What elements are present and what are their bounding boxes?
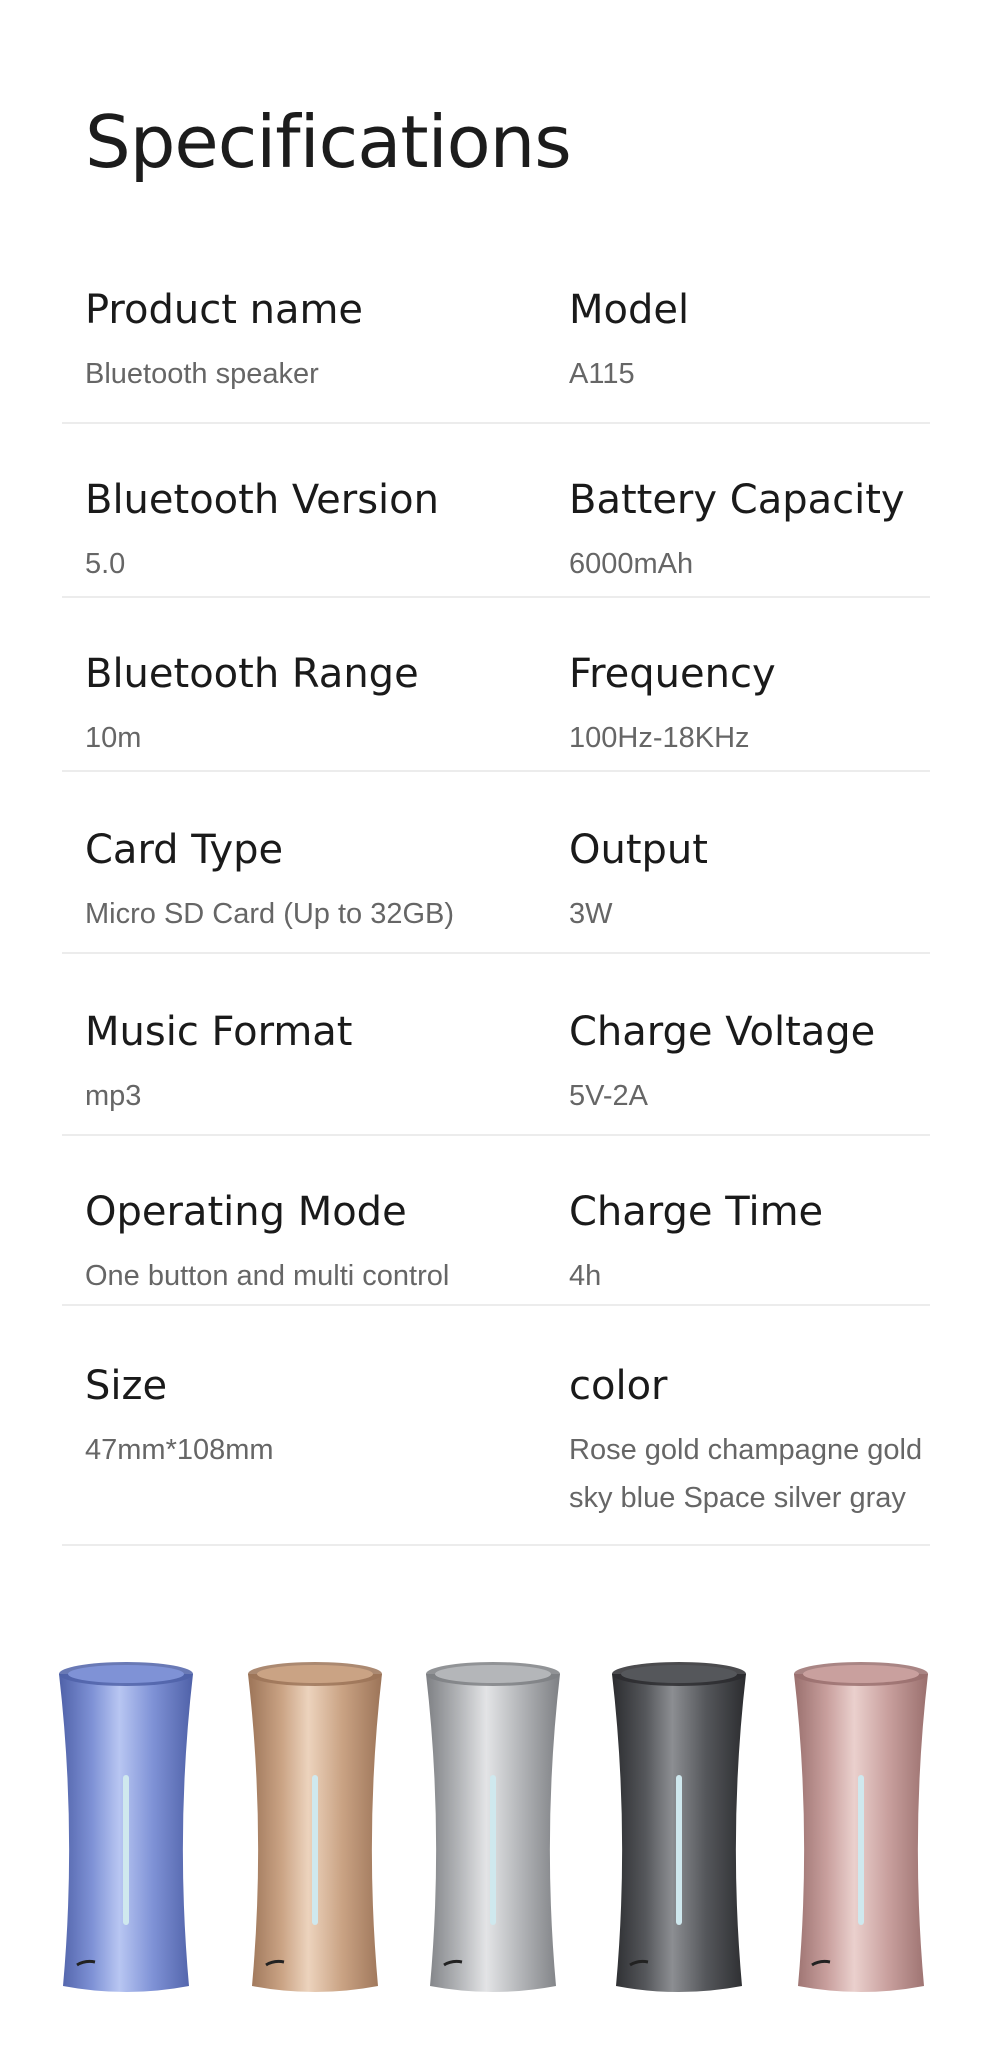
light-strip: [312, 1775, 318, 1925]
spec-label: Output: [569, 827, 708, 873]
spec-label: Music Format: [85, 1009, 353, 1055]
spec-value: 4h: [569, 1260, 602, 1292]
spec-label: Battery Capacity: [569, 477, 905, 523]
spec-item: Bluetooth Range 10m: [85, 654, 419, 762]
light-strip: [123, 1775, 129, 1925]
speaker-grille-inner: [803, 1665, 919, 1683]
spec-row: Bluetooth Version 5.0 Battery Capacity 6…: [62, 424, 930, 598]
spec-value: 3W: [569, 898, 613, 930]
spec-value: Rose gold champagne gold: [569, 1434, 923, 1466]
spec-label: Bluetooth Range: [85, 651, 419, 697]
spec-item: Battery Capacity 6000mAh: [569, 480, 905, 588]
spec-item: Charge Voltage 5V-2A: [569, 1012, 875, 1120]
light-strip: [676, 1775, 682, 1925]
rose-gold-speaker: [794, 1662, 928, 1992]
sky-blue-speaker: [59, 1662, 193, 1992]
spec-row: Size 47mm*108mm color Rose gold champagn…: [62, 1306, 930, 1546]
spec-item: Output 3W: [569, 830, 708, 938]
spec-value: mp3: [85, 1080, 142, 1112]
speaker-grille-inner: [68, 1665, 184, 1683]
spec-label: Card Type: [85, 827, 284, 873]
spec-label: color: [569, 1363, 668, 1409]
speaker-grille-inner: [257, 1665, 373, 1683]
spec-label: Model: [569, 287, 690, 333]
light-strip: [490, 1775, 496, 1925]
spec-item: Product name Bluetooth speaker: [85, 290, 363, 398]
spec-value: 5.0: [85, 548, 126, 580]
page-title: Specifications: [85, 100, 572, 184]
spec-label: Charge Time: [569, 1189, 824, 1235]
speaker-grille-inner: [621, 1665, 737, 1683]
spec-item: Music Format mp3: [85, 1012, 352, 1120]
spec-value: 47mm*108mm: [85, 1434, 274, 1466]
spec-item: Size 47mm*108mm: [85, 1366, 274, 1474]
spec-item: Model A115: [569, 290, 689, 398]
champagne-gold-speaker: [248, 1662, 382, 1992]
spec-value: 6000mAh: [569, 548, 694, 580]
spec-value: Bluetooth speaker: [85, 358, 319, 390]
spec-item: Charge Time 4h: [569, 1192, 823, 1300]
spec-item: Bluetooth Version 5.0: [85, 480, 439, 588]
spec-row: Music Format mp3 Charge Voltage 5V-2A: [62, 954, 930, 1136]
spec-label: Bluetooth Version: [85, 477, 439, 523]
spec-row: Operating Mode One button and multi cont…: [62, 1136, 930, 1306]
product-color-lineup: [0, 1660, 1000, 2020]
spec-row: Product name Bluetooth speaker Model A11…: [62, 290, 930, 424]
spec-item: color Rose gold champagne gold sky blue …: [569, 1366, 922, 1522]
spec-row: Bluetooth Range 10m Frequency 100Hz-18KH…: [62, 598, 930, 772]
spec-value: sky blue Space silver gray: [569, 1482, 906, 1514]
spec-item: Operating Mode One button and multi cont…: [85, 1192, 449, 1300]
spec-value: Micro SD Card (Up to 32GB): [85, 898, 455, 930]
spec-value: One button and multi control: [85, 1260, 450, 1292]
spec-item: Frequency 100Hz-18KHz: [569, 654, 776, 762]
spec-label: Operating Mode: [85, 1189, 407, 1235]
spec-label: Product name: [85, 287, 364, 333]
spec-row: Card Type Micro SD Card (Up to 32GB) Out…: [62, 772, 930, 954]
spec-value: 100Hz-18KHz: [569, 722, 750, 754]
spec-value: 10m: [85, 722, 142, 754]
spec-value: 5V-2A: [569, 1080, 648, 1112]
gray-speaker: [612, 1662, 746, 1992]
spec-value: A115: [569, 358, 635, 390]
spec-label: Frequency: [569, 651, 776, 697]
light-strip: [858, 1775, 864, 1925]
spec-item: Card Type Micro SD Card (Up to 32GB): [85, 830, 454, 938]
spec-label: Charge Voltage: [569, 1009, 876, 1055]
speaker-grille-inner: [435, 1665, 551, 1683]
space-silver-speaker: [426, 1662, 560, 1992]
spec-table: Product name Bluetooth speaker Model A11…: [62, 290, 930, 1546]
spec-label: Size: [85, 1363, 168, 1409]
